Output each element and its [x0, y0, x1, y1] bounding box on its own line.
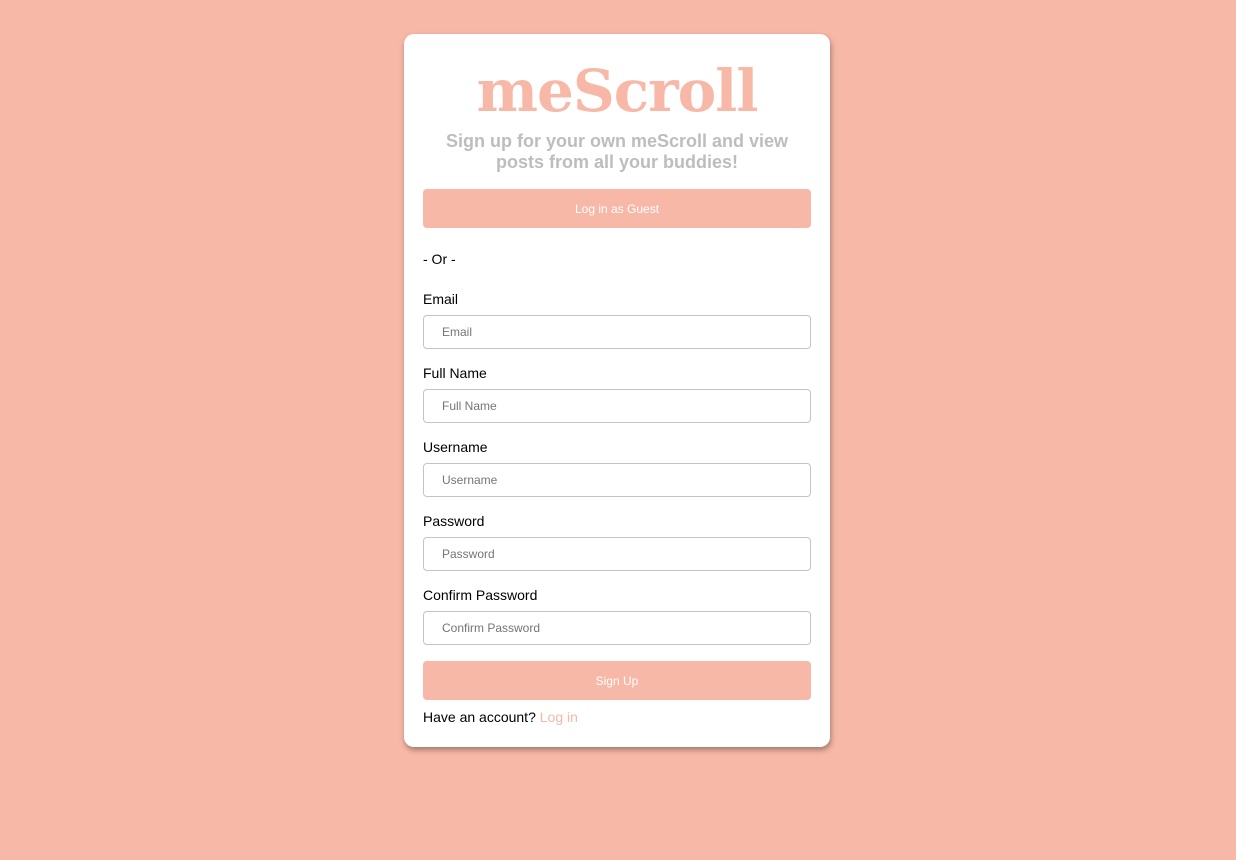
- username-field-group: Username: [423, 438, 811, 497]
- confirm-password-field-group: Confirm Password: [423, 586, 811, 645]
- signup-form: Email Full Name Username Password Confir…: [423, 290, 811, 645]
- confirm-password-input[interactable]: [423, 611, 811, 645]
- full-name-field-group: Full Name: [423, 364, 811, 423]
- guest-login-button[interactable]: Log in as Guest: [423, 189, 811, 228]
- email-input[interactable]: [423, 315, 811, 349]
- login-prompt: Have an account? Log in: [423, 708, 811, 726]
- password-label: Password: [423, 513, 485, 529]
- password-field-group: Password: [423, 512, 811, 571]
- confirm-password-label: Confirm Password: [423, 587, 538, 603]
- email-field-group: Email: [423, 290, 811, 349]
- login-prompt-text: Have an account?: [423, 709, 536, 725]
- full-name-label: Full Name: [423, 365, 487, 381]
- username-input[interactable]: [423, 463, 811, 497]
- email-label: Email: [423, 291, 459, 307]
- signup-card: meScroll Sign up for your own meScroll a…: [404, 34, 830, 747]
- full-name-input[interactable]: [423, 389, 811, 423]
- username-label: Username: [423, 439, 488, 455]
- signup-tagline: Sign up for your own meScroll and view p…: [445, 131, 789, 172]
- or-separator: - Or -: [423, 251, 456, 267]
- login-link[interactable]: Log in: [540, 709, 578, 725]
- sign-up-button[interactable]: Sign Up: [423, 661, 811, 700]
- password-input[interactable]: [423, 537, 811, 571]
- app-logo: meScroll: [476, 57, 759, 125]
